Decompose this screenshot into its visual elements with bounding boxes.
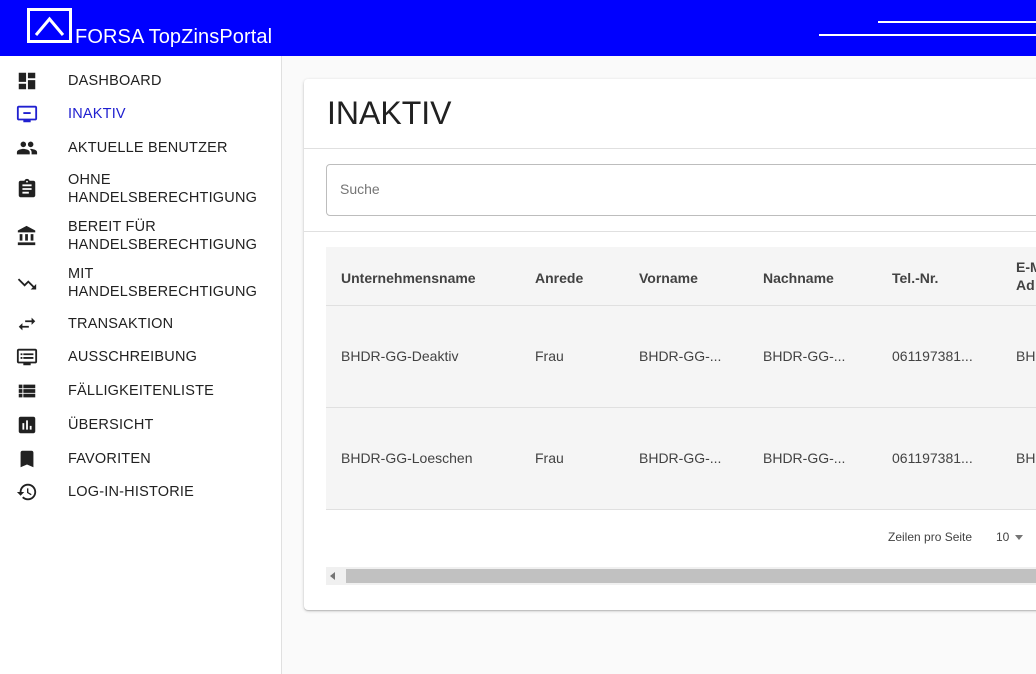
sidebar-item-dashboard[interactable]: DASHBOARD [0,70,281,92]
data-table: Unternehmensname Anrede Vorname Nachname… [326,247,1036,509]
sidebar-item-uebersicht[interactable]: ÜBERSICHT [0,414,281,436]
history-icon [16,481,38,503]
sidebar-item-log-in-historie[interactable]: LOG-IN-HISTORIE [0,481,281,503]
search-field[interactable] [326,164,1036,216]
row-divider [326,509,1036,510]
sidebar-item-aktuelle-benutzer[interactable]: AKTUELLE BENUTZER [0,137,281,159]
divider [304,148,1036,149]
list-icon [16,380,38,402]
cell-nachname: BHDR-GG-... [763,450,846,466]
sidebar-nav: DASHBOARD INAKTIV AKTUELLE BENUTZER OHNE… [0,56,282,674]
sidebar-item-mit-handelsberechtigung[interactable]: MIT HANDELSBERECHTIGUNG [0,265,281,303]
sidebar-item-label: INAKTIV [68,106,126,122]
cell-unternehmensname: BHDR-GG-Loeschen [341,450,473,466]
table-row[interactable]: BHDR-GG-Loeschen Frau BHDR-GG-... BHDR-G… [326,408,1036,509]
sidebar-item-transaktion[interactable]: TRANSAKTION [0,313,281,335]
horizontal-scrollbar[interactable] [326,567,1036,585]
sidebar-item-inaktiv[interactable]: INAKTIV [0,103,281,125]
cell-vorname: BHDR-GG-... [639,348,722,364]
cell-email: BH [1016,348,1036,364]
sidebar-item-label: AKTUELLE BENUTZER [68,140,228,156]
sidebar-item-ausschreibung[interactable]: AUSSCHREIBUNG [0,346,281,368]
rows-per-page-value: 10 [996,530,1010,544]
cell-tel-nr: 061197381... [892,348,973,364]
sidebar-item-faelligkeitenliste[interactable]: FÄLLIGKEITENLISTE [0,380,281,402]
sidebar-item-label: MIT HANDELSBERECHTIGUNG [68,266,258,300]
sidebar-item-label: ÜBERSICHT [68,417,154,433]
cell-anrede: Frau [535,450,564,466]
rows-per-page-label: Zeilen pro Seite [888,530,973,544]
table-row[interactable]: BHDR-GG-Deaktiv Frau BHDR-GG-... BHDR-GG… [326,306,1036,407]
sidebar-item-label: DASHBOARD [68,73,162,89]
sidebar-item-bereit-fuer-handelsberechtigung[interactable]: BEREIT FÜR HANDELSBERECHTIGUNG [0,218,281,256]
content-card: INAKTIV Unternehmensname Anrede Vorname … [304,79,1036,610]
trending-down-icon [16,273,38,295]
column-header-email[interactable]: E-M Ad [1016,258,1036,294]
sidebar-item-favoriten[interactable]: FAVORITEN [0,448,281,470]
bookmark-icon [16,448,38,470]
monitor-icon [16,103,38,125]
sidebar-item-label: FAVORITEN [68,451,151,467]
scroll-left-icon[interactable] [330,572,335,580]
search-input[interactable] [340,181,940,197]
sidebar-item-label: TRANSAKTION [68,316,174,332]
clipboard-icon [16,178,38,200]
column-header-vorname[interactable]: Vorname [639,269,698,287]
cell-unternehmensname: BHDR-GG-Deaktiv [341,348,459,364]
column-header-unternehmensname[interactable]: Unternehmensname [341,269,476,287]
cell-email: BH [1016,450,1036,466]
column-header-tel-nr[interactable]: Tel.-Nr. [892,269,938,287]
sidebar-item-label: BEREIT FÜR HANDELSBERECHTIGUNG [68,219,258,253]
people-icon [16,137,38,159]
sidebar-item-label: OHNE HANDELSBERECHTIGUNG [68,172,258,206]
column-header-nachname[interactable]: Nachname [763,269,834,287]
bank-icon [16,225,38,247]
cell-nachname: BHDR-GG-... [763,348,846,364]
sidebar-item-ohne-handelsberechtigung[interactable]: OHNE HANDELSBERECHTIGUNG [0,171,281,209]
cell-anrede: Frau [535,348,564,364]
message-icon [16,346,38,368]
rows-per-page-select[interactable]: 10 [996,530,1024,544]
scrollbar-thumb[interactable] [346,569,1036,583]
app-brand-title: FORSA TopZinsPortal [75,26,273,48]
dashboard-icon [16,70,38,92]
cell-vorname: BHDR-GG-... [639,450,722,466]
chevron-down-icon [1015,535,1024,541]
page-title: INAKTIV [327,95,452,131]
top-app-bar: FORSA TopZinsPortal [0,0,1036,56]
cell-tel-nr: 061197381... [892,450,973,466]
column-header-anrede[interactable]: Anrede [535,269,583,287]
header-decoration-line [878,21,1036,23]
sidebar-item-label: FÄLLIGKEITENLISTE [68,383,215,399]
sidebar-item-label: AUSSCHREIBUNG [68,349,198,365]
sidebar-item-label: LOG-IN-HISTORIE [68,484,194,500]
swap-icon [16,313,38,335]
chart-icon [16,414,38,436]
divider [304,231,1036,232]
logo-icon[interactable] [27,8,72,43]
header-decoration-line [819,34,1036,36]
